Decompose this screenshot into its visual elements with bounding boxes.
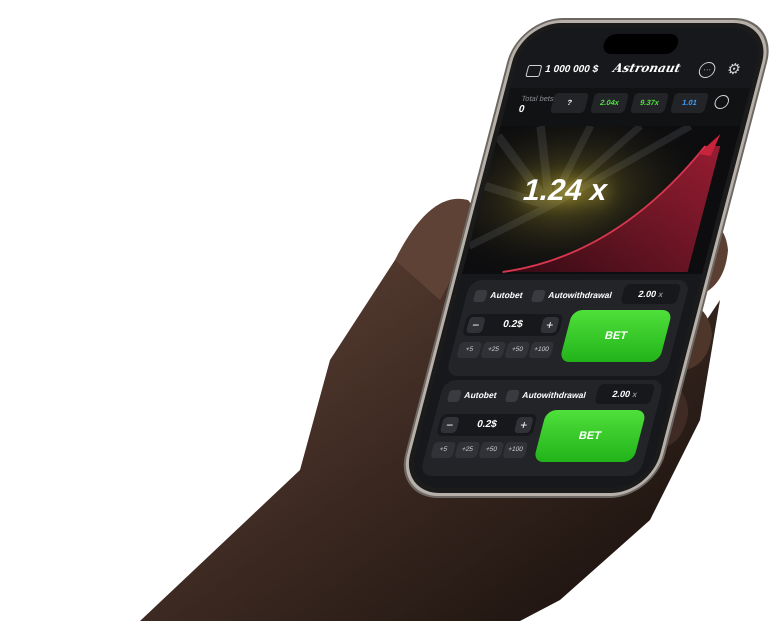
chip-button[interactable]: +5 bbox=[430, 442, 457, 458]
increase-stake-button[interactable]: + bbox=[539, 317, 560, 333]
autobet-label: Autobet bbox=[489, 290, 524, 300]
cashout-unit: x bbox=[631, 390, 639, 399]
decrease-stake-button[interactable]: − bbox=[465, 317, 486, 333]
cashout-unit: x bbox=[657, 290, 665, 299]
stats-bar: Total bets: 0 ? 2.04x 9.37x 1.01 bbox=[500, 88, 751, 126]
history-item[interactable]: 1.01 bbox=[669, 93, 710, 113]
gear-icon[interactable]: ⚙ bbox=[725, 60, 743, 78]
multiplier-display: 1.24 x bbox=[519, 174, 612, 207]
quick-stake-chips: +5 +25 +50 +100 bbox=[456, 342, 556, 358]
stake-input[interactable]: 0.2$ bbox=[485, 319, 540, 330]
history-item[interactable]: 9.37x bbox=[629, 93, 670, 113]
autowithdrawal-checkbox[interactable] bbox=[504, 390, 520, 402]
chip-button[interactable]: +100 bbox=[528, 342, 555, 358]
autobet-checkbox[interactable] bbox=[446, 390, 462, 402]
chip-button[interactable]: +50 bbox=[478, 442, 505, 458]
chip-button[interactable]: +100 bbox=[502, 442, 529, 458]
clock-icon[interactable] bbox=[712, 95, 731, 109]
top-bar: 1 000 000 $ Astronaut ··· ⚙ bbox=[511, 58, 758, 86]
game-canvas: 1.24 x bbox=[462, 126, 741, 274]
bet-button[interactable]: BET bbox=[533, 410, 647, 462]
total-bets-label: Total bets: bbox=[520, 94, 558, 103]
history-item[interactable]: ? bbox=[549, 93, 590, 113]
increase-stake-button[interactable]: + bbox=[513, 417, 534, 433]
stake-stepper: − 0.2$ + bbox=[435, 414, 538, 436]
autowithdrawal-label: Autowithdrawal bbox=[547, 290, 614, 300]
chat-icon[interactable]: ··· bbox=[697, 62, 718, 78]
cashout-multiplier-input[interactable]: 2.00 x bbox=[594, 384, 656, 404]
chip-button[interactable]: +5 bbox=[456, 342, 483, 358]
stake-stepper: − 0.2$ + bbox=[461, 314, 564, 336]
balance-display: 1 000 000 $ bbox=[543, 64, 600, 75]
chip-button[interactable]: +50 bbox=[504, 342, 531, 358]
cashout-multiplier-input[interactable]: 2.00 x bbox=[620, 284, 682, 304]
bet-panel-1: Autobet Autowithdrawal 2.00 x − 0.2$ + +… bbox=[445, 280, 691, 376]
wallet-icon[interactable] bbox=[525, 65, 543, 77]
app-logo: Astronaut bbox=[611, 61, 683, 75]
phone-device: 1 000 000 $ Astronaut ··· ⚙ Total bets: … bbox=[406, 28, 766, 498]
bet-panel-2: Autobet Autowithdrawal 2.00 x − 0.2$ + +… bbox=[419, 380, 665, 476]
autowithdrawal-label: Autowithdrawal bbox=[521, 390, 588, 400]
cashout-value: 2.00 bbox=[611, 389, 632, 399]
chip-button[interactable]: +25 bbox=[454, 442, 481, 458]
dynamic-island bbox=[601, 34, 681, 54]
autobet-checkbox[interactable] bbox=[472, 290, 488, 302]
autowithdrawal-checkbox[interactable] bbox=[530, 290, 546, 302]
stake-input[interactable]: 0.2$ bbox=[459, 419, 514, 430]
cashout-value: 2.00 bbox=[637, 289, 658, 299]
bet-button[interactable]: BET bbox=[559, 310, 673, 362]
phone-screen: 1 000 000 $ Astronaut ··· ⚙ Total bets: … bbox=[406, 28, 766, 488]
decrease-stake-button[interactable]: − bbox=[439, 417, 460, 433]
chip-button[interactable]: +25 bbox=[480, 342, 507, 358]
history-item[interactable]: 2.04x bbox=[589, 93, 630, 113]
quick-stake-chips: +5 +25 +50 +100 bbox=[430, 442, 530, 458]
autobet-label: Autobet bbox=[463, 390, 498, 400]
total-bets-value: 0 bbox=[517, 104, 526, 115]
